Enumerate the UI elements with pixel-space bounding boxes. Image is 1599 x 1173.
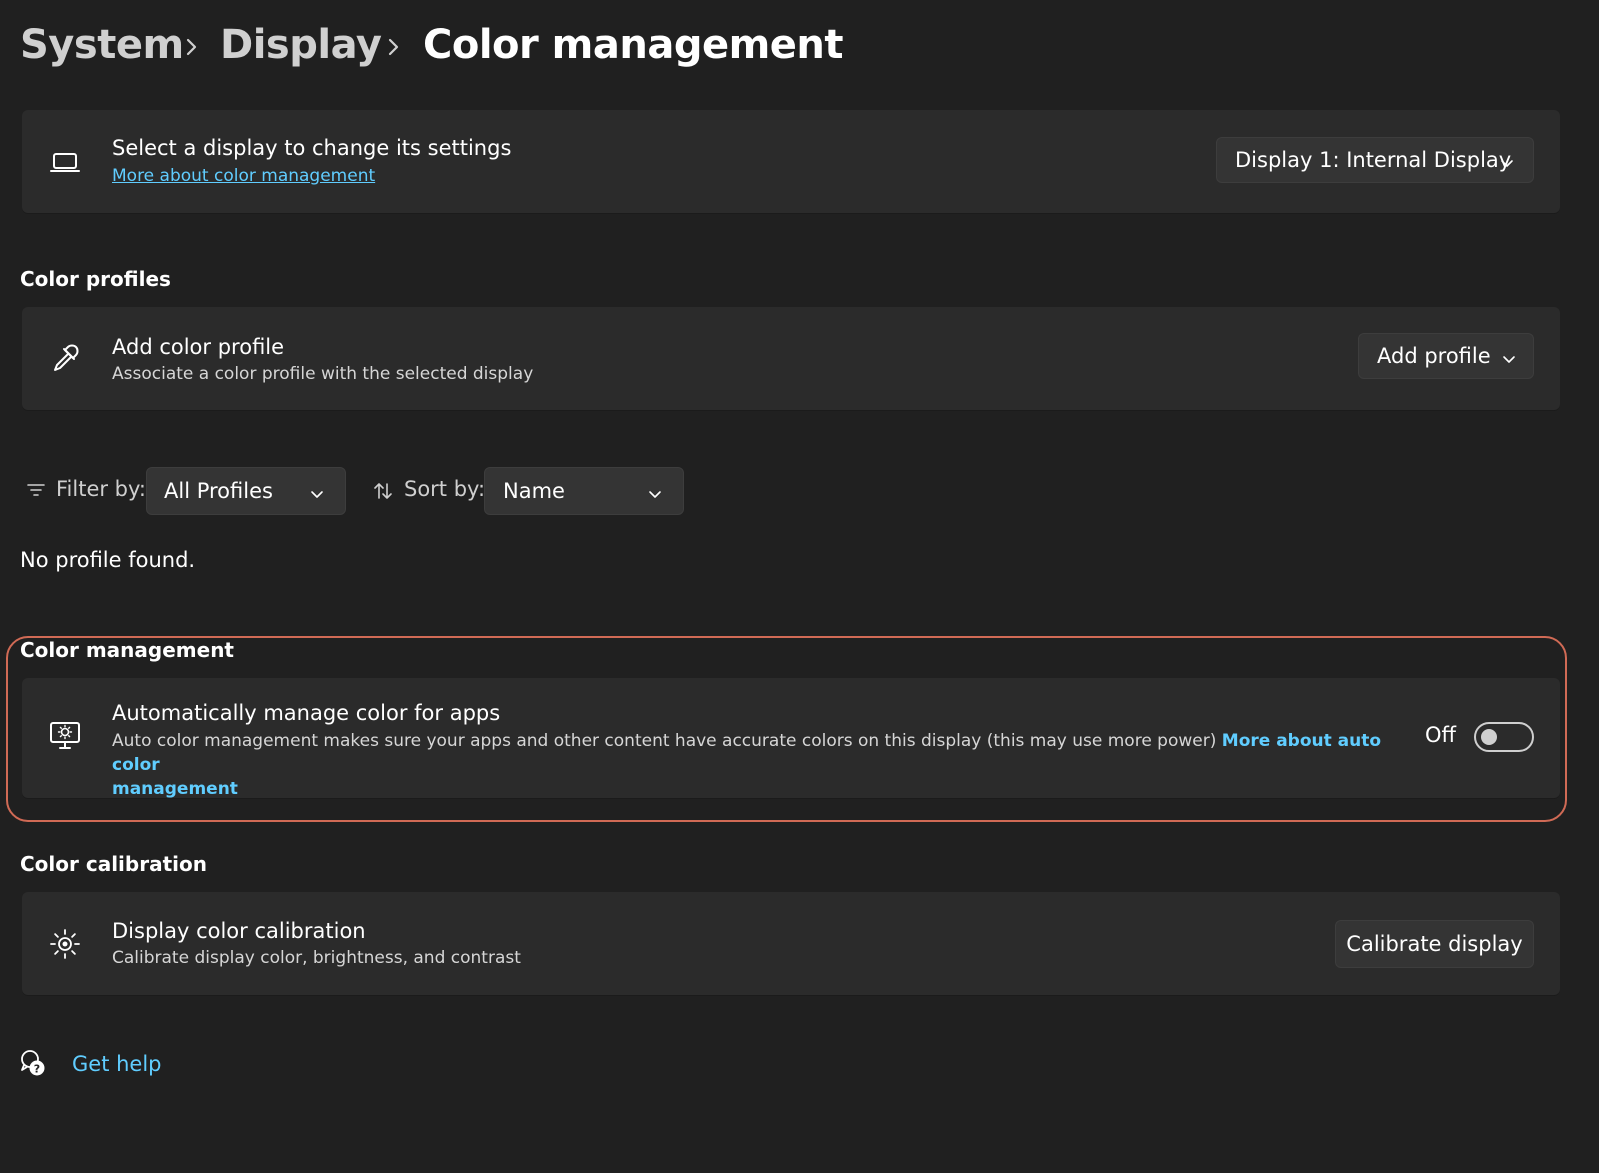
eyedropper-icon	[48, 341, 82, 375]
chevron-down-icon	[309, 483, 325, 499]
breadcrumb-system[interactable]: System	[20, 22, 184, 68]
filter-dropdown-value: All Profiles	[164, 479, 273, 503]
sort-dropdown-value: Name	[503, 479, 565, 503]
auto-color-link-line2: management	[112, 779, 238, 799]
display-select-title: Select a display to change its settings	[112, 136, 512, 160]
help-chat-icon: ?	[18, 1048, 48, 1078]
chevron-right-icon	[382, 36, 404, 58]
add-color-profile-title: Add color profile	[112, 335, 285, 359]
toggle-knob	[1481, 729, 1497, 745]
chevron-down-icon	[647, 483, 663, 499]
auto-color-subtitle: Auto color management makes sure your ap…	[112, 731, 1217, 751]
calibrate-display-button[interactable]: Calibrate display	[1335, 920, 1534, 968]
filter-icon	[26, 480, 46, 500]
brightness-icon	[48, 927, 82, 961]
get-help-link[interactable]: Get help	[72, 1052, 162, 1076]
sort-icon	[372, 480, 394, 502]
chevron-down-icon	[1501, 348, 1517, 364]
svg-text:?: ?	[34, 1063, 40, 1076]
chevron-right-icon	[180, 36, 202, 58]
chevron-down-icon	[1499, 152, 1515, 168]
calibration-card: Display color calibration Calibrate disp…	[22, 892, 1560, 995]
add-color-profile-card: Add color profile Associate a color prof…	[22, 307, 1560, 410]
auto-color-toggle[interactable]	[1474, 722, 1534, 752]
breadcrumb-display[interactable]: Display	[220, 22, 382, 68]
calibration-title: Display color calibration	[112, 919, 366, 943]
sort-label: Sort by:	[404, 477, 486, 501]
color-management-link[interactable]: More about color management	[112, 166, 375, 186]
laptop-icon	[48, 146, 82, 180]
section-color-profiles: Color profiles	[20, 267, 171, 291]
section-color-management: Color management	[20, 638, 234, 662]
sort-dropdown[interactable]: Name	[484, 467, 684, 515]
section-color-calibration: Color calibration	[20, 852, 207, 876]
display-dropdown[interactable]: Display 1: Internal Display	[1216, 137, 1534, 183]
monitor-brightness-icon	[48, 718, 82, 752]
add-color-profile-subtitle: Associate a color profile with the selec…	[112, 364, 534, 384]
add-profile-button[interactable]: Add profile	[1358, 333, 1534, 379]
display-select-card: Select a display to change its settings …	[22, 110, 1560, 213]
display-dropdown-value: Display 1: Internal Display	[1235, 148, 1512, 172]
calibration-subtitle: Calibrate display color, brightness, and…	[112, 948, 521, 968]
toggle-state-label: Off	[1425, 723, 1456, 747]
filter-label: Filter by:	[56, 477, 146, 501]
page-title: Color management	[423, 22, 844, 68]
auto-color-title: Automatically manage color for apps	[112, 701, 501, 725]
add-profile-label: Add profile	[1377, 344, 1491, 368]
auto-color-subtitle-block: Auto color management makes sure your ap…	[112, 729, 1412, 801]
filter-dropdown[interactable]: All Profiles	[146, 467, 346, 515]
auto-color-card: Automatically manage color for apps Auto…	[22, 678, 1560, 801]
empty-message: No profile found.	[20, 548, 196, 572]
